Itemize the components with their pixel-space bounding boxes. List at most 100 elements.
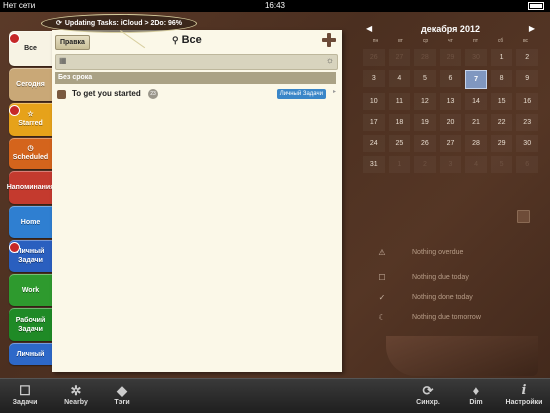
summary-text: Nothing due today <box>412 274 469 281</box>
tab-label: Scheduled <box>12 154 49 161</box>
tab-3[interactable]: ◷ Scheduled <box>9 138 52 169</box>
toolbar-button-3[interactable]: ⟳ Синхр. <box>408 383 448 411</box>
calendar-day[interactable]: 19 <box>414 114 436 131</box>
tasks-icon: ☐ <box>19 383 31 398</box>
calendar-day[interactable]: 28 <box>465 135 487 152</box>
tab-9[interactable]: Личный <box>9 343 52 365</box>
calendar-day[interactable]: 5 <box>414 70 436 87</box>
list-tag: Личный Задачи <box>276 89 326 99</box>
weekday-label: пн <box>372 38 379 44</box>
toolbar-button-2[interactable]: ◆ Тэги <box>106 383 138 411</box>
toolbar-label: Синхр. <box>416 399 440 406</box>
summary-row: ✓ Nothing done today <box>376 293 516 305</box>
tab-label: Личный <box>16 350 45 358</box>
calendar-day[interactable]: 31 <box>363 156 385 173</box>
calendar-day[interactable]: 21 <box>465 114 487 131</box>
calendar-day[interactable]: 8 <box>490 70 513 87</box>
star-icon: ☆ <box>27 111 34 118</box>
page-title[interactable]: ⚲ Все <box>172 34 202 46</box>
calendar-day[interactable]: 15 <box>490 93 513 110</box>
toolbar-label: Тэги <box>114 399 130 406</box>
tab-label: Все <box>24 45 37 52</box>
calendar-day[interactable]: 1 <box>388 156 411 173</box>
calendar-day[interactable]: 9 <box>516 70 538 87</box>
lightbulb-icon: ♦ <box>472 383 480 398</box>
location-icon: ✲ <box>70 383 82 398</box>
calendar-day[interactable]: 30 <box>465 49 487 66</box>
tab-4[interactable]: Напоминания <box>6 171 55 204</box>
tab-label: Напоминания <box>6 184 55 191</box>
toolbar-button-5[interactable]: i Настройки <box>500 383 548 411</box>
summary-row: ⚠ Nothing overdue <box>376 248 516 260</box>
calendar-day[interactable]: 6 <box>439 70 462 87</box>
sync-progress-text: Updating Tasks: iCloud > 2Do: 96% <box>64 20 182 27</box>
calendar-day[interactable]: 17 <box>363 114 385 131</box>
task-list-panel: Правка ⚲ Все ▦ ☼ Без срока To get you sta… <box>52 30 342 372</box>
tab-7[interactable]: Work <box>9 274 52 306</box>
toolbar-button-1[interactable]: ✲ Nearby <box>55 383 97 411</box>
weekday-label: вс <box>522 38 529 44</box>
calendar-day[interactable]: 4 <box>465 156 487 173</box>
magnifier-icon[interactable]: ⚲ <box>172 35 179 45</box>
calendar-day[interactable]: 13 <box>439 93 462 110</box>
calendar-day[interactable]: 28 <box>414 49 436 66</box>
calendar-day[interactable]: 10 <box>363 93 385 110</box>
calendar-day[interactable]: 4 <box>388 70 411 87</box>
calendar-day[interactable]: 29 <box>439 49 462 66</box>
summary-text: Nothing due tomorrow <box>412 314 481 321</box>
toolbar-label: Dim <box>469 399 483 406</box>
calendar-day[interactable]: 25 <box>388 135 411 152</box>
notes-icon[interactable] <box>517 210 530 223</box>
panel-header: Правка ⚲ Все <box>52 30 342 54</box>
calendar-day[interactable]: 18 <box>388 114 411 131</box>
calendar-day[interactable]: 24 <box>363 135 385 152</box>
calendar-day[interactable]: 26 <box>414 135 436 152</box>
calendar-icon[interactable]: ▦ <box>59 56 67 65</box>
calendar-day[interactable]: 5 <box>490 156 513 173</box>
calendar-header: ◀ декабря 2012 ▶ <box>363 23 538 37</box>
calendar-day[interactable]: 2 <box>516 49 538 66</box>
calendar-day[interactable]: 3 <box>363 70 385 87</box>
disclosure-icon[interactable]: ▸ <box>333 88 336 95</box>
tab-8[interactable]: Рабочий Задачи <box>9 308 52 341</box>
calendar-day[interactable]: 23 <box>516 114 538 131</box>
calendar-day[interactable]: 26 <box>363 49 385 66</box>
toolbar-button-0[interactable]: ☐ Задачи <box>4 383 46 411</box>
tab-5[interactable]: Home <box>9 206 52 238</box>
calendar-day[interactable]: 20 <box>439 114 462 131</box>
calendar-month: декабря 2012 <box>421 24 480 34</box>
alert-badge <box>9 105 20 116</box>
calendar-day[interactable]: 6 <box>516 156 538 173</box>
tab-1[interactable]: Сегодня <box>9 68 52 101</box>
page-curl[interactable] <box>386 336 538 376</box>
calendar-day[interactable]: 16 <box>516 93 538 110</box>
summary-text: Nothing overdue <box>412 249 464 256</box>
calendar-day[interactable]: 3 <box>439 156 462 173</box>
calendar-day[interactable]: 11 <box>388 93 411 110</box>
toolbar-button-4[interactable]: ♦ Dim <box>460 383 492 411</box>
calendar-day[interactable]: 22 <box>490 114 513 131</box>
task-row[interactable]: To get you started 23 Личный Задачи ▸ <box>55 88 336 102</box>
calendar-day[interactable]: 29 <box>490 135 513 152</box>
next-month-icon[interactable]: ▶ <box>529 24 535 33</box>
project-icon[interactable] <box>57 90 66 99</box>
calendar-day[interactable]: 14 <box>465 93 487 110</box>
calendar-day-today[interactable]: 7 <box>465 70 487 89</box>
weekday-label: сб <box>497 38 504 44</box>
moon-icon: ☾ <box>378 313 386 322</box>
sun-icon[interactable]: ☼ <box>326 55 334 65</box>
quick-entry-bar[interactable]: ▦ ☼ <box>55 54 338 70</box>
tag-icon: ◆ <box>117 383 127 398</box>
add-task-button[interactable] <box>322 33 336 47</box>
tab-label: Home <box>20 218 41 226</box>
calendar-day[interactable]: 27 <box>388 49 411 66</box>
toolbar-label: Задачи <box>12 399 38 406</box>
calendar-day[interactable]: 27 <box>439 135 462 152</box>
calendar-day[interactable]: 1 <box>490 49 513 66</box>
calendar-day[interactable]: 2 <box>414 156 436 173</box>
calendar-day[interactable]: 12 <box>414 93 436 110</box>
calendar-day[interactable]: 30 <box>516 135 538 152</box>
edit-button[interactable]: Правка <box>55 35 90 50</box>
weekday-label: чт <box>448 38 453 44</box>
tab-label: Рабочий Задачи <box>15 316 46 333</box>
